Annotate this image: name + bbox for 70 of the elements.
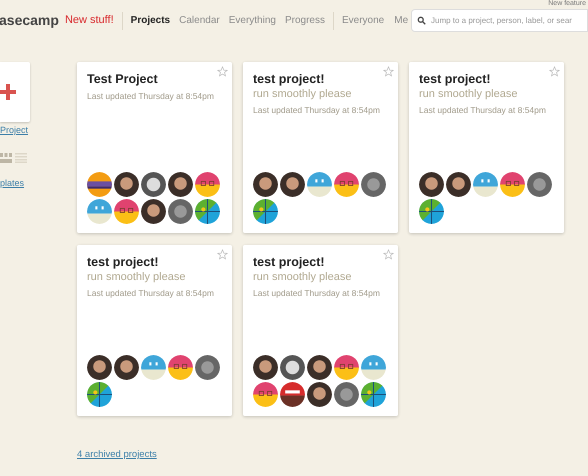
- star-icon[interactable]: [217, 249, 228, 260]
- avatar-icon[interactable]: [195, 355, 220, 380]
- project-card[interactable]: test project! run smoothly please Last updated Thursday at 8:54pm: [243, 245, 398, 416]
- avatar-icon[interactable]: [334, 382, 359, 407]
- nav-tab[interactable]: Calendar: [179, 13, 220, 28]
- avatar-icon[interactable]: [195, 199, 220, 224]
- star-icon[interactable]: [383, 66, 394, 77]
- avatar-icon[interactable]: [280, 172, 305, 197]
- last-updated-text: Last updated Thursday at 8:54pm: [87, 287, 215, 300]
- archived-projects-link[interactable]: 4 archived projects: [77, 448, 157, 462]
- avatar-icon[interactable]: [307, 355, 332, 380]
- project-description: run smoothly please: [87, 270, 186, 284]
- nav-tab[interactable]: Me: [394, 13, 408, 28]
- star-icon[interactable]: [549, 66, 560, 77]
- project-title: test project!: [87, 254, 160, 270]
- avatar-icon[interactable]: [419, 172, 444, 197]
- avatar-icon[interactable]: [527, 172, 552, 197]
- star-icon[interactable]: [383, 249, 394, 260]
- new-project-button[interactable]: [0, 62, 30, 122]
- plus-icon: [0, 84, 16, 100]
- avatar-icon[interactable]: [253, 199, 278, 224]
- last-updated-text: Last updated Thursday at 8:54pm: [253, 287, 381, 300]
- avatar-icon[interactable]: [168, 199, 193, 224]
- project-description: run smoothly please: [253, 270, 352, 284]
- project-card[interactable]: test project! run smoothly please Last updated Thursday at 8:54pm: [243, 62, 398, 233]
- search-field[interactable]: Jump to a project, person, label, or sear: [411, 9, 588, 32]
- avatar-icon[interactable]: [195, 172, 220, 197]
- last-updated-text: Last updated Thursday at 8:54pm: [253, 104, 381, 117]
- last-updated-text: Last updated Thursday at 8:54pm: [419, 104, 547, 117]
- avatar-icon[interactable]: [87, 355, 112, 380]
- nav-tab[interactable]: Everything: [228, 13, 276, 28]
- avatar-icon[interactable]: [114, 199, 139, 224]
- avatar-icon[interactable]: [168, 172, 193, 197]
- project-card[interactable]: Test Project Last updated Thursday at 8:54pm: [77, 62, 232, 233]
- project-title: test project!: [419, 71, 492, 87]
- avatar-icon[interactable]: [361, 172, 386, 197]
- avatar-icon[interactable]: [141, 199, 166, 224]
- star-icon[interactable]: [217, 66, 228, 77]
- avatar-icon[interactable]: [141, 172, 166, 197]
- project-card[interactable]: test project! run smoothly please Last updated Thursday at 8:54pm: [409, 62, 564, 233]
- new-project-link[interactable]: Project: [0, 124, 30, 138]
- avatar-icon[interactable]: [500, 172, 525, 197]
- avatar-icon[interactable]: [280, 355, 305, 380]
- avatar-icon[interactable]: [253, 172, 278, 197]
- project-title: Test Project: [87, 71, 159, 87]
- nav-tab[interactable]: Everyone: [342, 13, 384, 28]
- avatar-icon[interactable]: [334, 355, 359, 380]
- avatar-icon[interactable]: [280, 382, 305, 407]
- avatar-icon[interactable]: [446, 172, 471, 197]
- avatar-icon[interactable]: [307, 382, 332, 407]
- last-updated-text: Last updated Thursday at 8:54pm: [87, 90, 215, 103]
- avatar-icon[interactable]: [87, 382, 112, 407]
- project-title: test project!: [253, 71, 326, 87]
- avatar-icon[interactable]: [361, 382, 386, 407]
- avatar-icon[interactable]: [253, 355, 278, 380]
- avatar-icon[interactable]: [87, 172, 112, 197]
- avatar-icon[interactable]: [253, 382, 278, 407]
- avatar-icon[interactable]: [114, 355, 139, 380]
- project-description: run smoothly please: [253, 87, 352, 101]
- nav-tab[interactable]: Progress: [284, 13, 325, 28]
- avatar-icon[interactable]: [168, 355, 193, 380]
- project-card[interactable]: test project! run smoothly please Last updated Thursday at 8:54pm: [77, 245, 232, 416]
- avatar-icon[interactable]: [334, 172, 359, 197]
- templates-link[interactable]: plates: [0, 176, 30, 190]
- project-description: run smoothly please: [419, 87, 518, 101]
- nav-tab[interactable]: Projects: [130, 13, 170, 28]
- avatar-icon[interactable]: [114, 172, 139, 197]
- project-title: test project!: [253, 254, 326, 270]
- avatar-icon[interactable]: [419, 199, 444, 224]
- new-stuff-link[interactable]: New stuff!: [64, 12, 114, 29]
